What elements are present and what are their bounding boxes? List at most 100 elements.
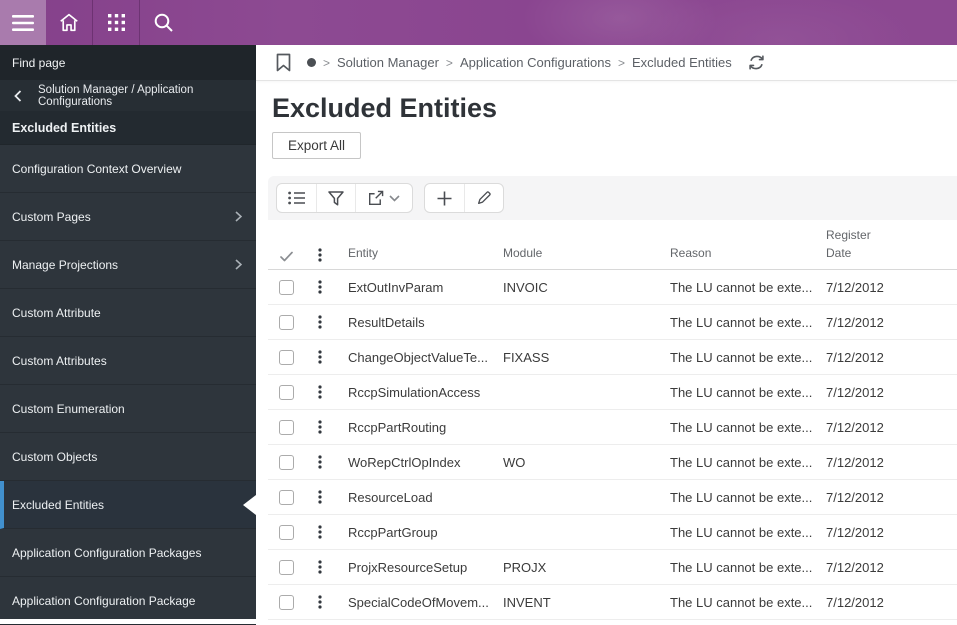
table-row[interactable]: ExtOutInvParam INVOIC The LU cannot be e… xyxy=(268,270,957,305)
sidebar-item-excluded-entities[interactable]: Excluded Entities xyxy=(0,481,256,529)
cell-entity[interactable]: ResourceLoad xyxy=(336,490,491,505)
sidebar-item-custom-attributes[interactable]: Custom Attributes xyxy=(0,337,256,385)
cell-entity[interactable]: ExtOutInvParam xyxy=(336,280,491,295)
table-row[interactable]: WoRepCtrlOpIndex WO The LU cannot be ext… xyxy=(268,445,957,480)
sidebar-item-application-configuration-packages[interactable]: Application Configuration Packages xyxy=(0,529,256,577)
row-kebab-icon[interactable] xyxy=(318,595,322,609)
sidebar-item-manage-projections[interactable]: Manage Projections xyxy=(0,241,256,289)
header-kebab-icon[interactable] xyxy=(318,248,322,262)
row-kebab-icon[interactable] xyxy=(318,490,322,504)
selected-item-caret xyxy=(243,495,256,515)
row-checkbox[interactable] xyxy=(278,489,294,505)
search-icon[interactable] xyxy=(140,0,186,45)
breadcrumb-item-excluded-entities[interactable]: Excluded Entities xyxy=(632,55,732,70)
sidebar-item-application-configuration-package[interactable]: Application Configuration Package xyxy=(0,577,256,625)
cell-entity[interactable]: ResultDetails xyxy=(336,315,491,330)
bookmark-icon[interactable] xyxy=(276,53,291,72)
breadcrumb-item-solution-manager[interactable]: Solution Manager xyxy=(337,55,439,70)
chevron-right-icon xyxy=(235,211,242,222)
sidebar-item-custom-objects[interactable]: Custom Objects xyxy=(0,433,256,481)
sidebar-item-custom-enumeration[interactable]: Custom Enumeration xyxy=(0,385,256,433)
cell-entity[interactable]: ChangeObjectValueTe... xyxy=(336,350,491,365)
row-checkbox[interactable] xyxy=(278,279,294,295)
cell-entity[interactable]: RccpSimulationAccess xyxy=(336,385,491,400)
app-grid-icon[interactable] xyxy=(93,0,139,45)
row-checkbox[interactable] xyxy=(278,314,294,330)
row-checkbox[interactable] xyxy=(278,559,294,575)
sidebar-item-label: Configuration Context Overview xyxy=(12,161,182,176)
breadcrumb-separator: > xyxy=(617,55,625,70)
row-checkbox[interactable] xyxy=(278,384,294,400)
row-kebab-icon[interactable] xyxy=(318,455,322,469)
table-row[interactable]: ChangeObjectValueTe... FIXASS The LU can… xyxy=(268,340,957,375)
row-kebab-icon[interactable] xyxy=(318,350,322,364)
find-page-input[interactable]: Find page xyxy=(0,45,256,80)
cell-entity[interactable]: WoRepCtrlOpIndex xyxy=(336,455,491,470)
cell-entity[interactable]: RccpPartGroup xyxy=(336,525,491,540)
page-title: Excluded Entities xyxy=(272,93,498,123)
row-kebab-icon[interactable] xyxy=(318,525,322,539)
list-view-icon[interactable] xyxy=(277,184,316,212)
cell-entity[interactable]: RccpPartRouting xyxy=(336,420,491,435)
table-row[interactable]: RccpPartGroup The LU cannot be exte... 7… xyxy=(268,515,957,550)
find-page-label: Find page xyxy=(12,55,66,70)
refresh-icon[interactable] xyxy=(748,55,765,70)
table-row[interactable]: ProjxResourceSetup PROJX The LU cannot b… xyxy=(268,550,957,585)
column-header-module[interactable]: Module xyxy=(491,245,658,262)
home-icon[interactable] xyxy=(46,0,92,45)
row-kebab-icon[interactable] xyxy=(318,420,322,434)
add-icon[interactable] xyxy=(425,184,464,212)
row-kebab-icon[interactable] xyxy=(318,315,322,329)
table-row[interactable]: SpecialCodeOfMovem... INVENT The LU cann… xyxy=(268,585,957,620)
cell-register-date: 7/12/2012 xyxy=(826,384,884,400)
breadcrumb: > Solution Manager > Application Configu… xyxy=(256,45,957,81)
sidebar-item-label: Application Configuration Packages xyxy=(12,545,202,560)
table-row[interactable]: RccpSimulationAccess The LU cannot be ex… xyxy=(268,375,957,410)
cell-register-date: 7/12/2012 xyxy=(826,559,884,575)
sidebar-back-button[interactable]: Solution Manager / Application Configura… xyxy=(0,80,256,111)
table-row[interactable]: RccpPartRouting The LU cannot be exte...… xyxy=(268,410,957,445)
column-header-register-date[interactable]: Register Date xyxy=(814,227,957,262)
hamburger-menu-icon[interactable] xyxy=(0,0,46,45)
sidebar-item-custom-pages[interactable]: Custom Pages xyxy=(0,193,256,241)
cell-register-date: 7/12/2012 xyxy=(826,314,884,330)
filter-icon[interactable] xyxy=(316,184,355,212)
row-checkbox[interactable] xyxy=(278,454,294,470)
row-checkbox[interactable] xyxy=(278,349,294,365)
column-header-reason[interactable]: Reason xyxy=(658,245,814,262)
sidebar-item-label: Excluded Entities xyxy=(12,497,105,512)
share-button[interactable] xyxy=(355,184,412,212)
cell-entity[interactable]: ProjxResourceSetup xyxy=(336,560,491,575)
column-header-entity[interactable]: Entity xyxy=(336,245,491,262)
sidebar-item-custom-attribute[interactable]: Custom Attribute xyxy=(0,289,256,337)
chevron-right-icon xyxy=(235,259,242,270)
cell-reason: The LU cannot be exte... xyxy=(670,524,813,540)
view-tools-group xyxy=(276,183,413,213)
chevron-down-icon xyxy=(389,194,400,202)
row-kebab-icon[interactable] xyxy=(318,385,322,399)
cell-register-date: 7/12/2012 xyxy=(826,349,884,365)
edit-icon[interactable] xyxy=(464,184,503,212)
sidebar-section-title: Excluded Entities xyxy=(0,111,256,145)
top-app-bar xyxy=(0,0,957,45)
row-checkbox[interactable] xyxy=(278,524,294,540)
row-kebab-icon[interactable] xyxy=(318,560,322,574)
cell-reason: The LU cannot be exte... xyxy=(670,384,813,400)
cell-register-date: 7/12/2012 xyxy=(826,419,884,435)
row-checkbox[interactable] xyxy=(278,419,294,435)
export-all-button[interactable]: Export All xyxy=(272,132,362,159)
cell-module: WO xyxy=(503,454,526,470)
breadcrumb-item-application-configurations[interactable]: Application Configurations xyxy=(460,55,611,70)
sidebar-item-label: Custom Attribute xyxy=(12,305,101,320)
cell-register-date: 7/12/2012 xyxy=(826,454,884,470)
cell-reason: The LU cannot be exte... xyxy=(670,489,813,505)
row-checkbox[interactable] xyxy=(278,594,294,610)
row-kebab-icon[interactable] xyxy=(318,280,322,294)
table-row[interactable]: ResourceLoad The LU cannot be exte... 7/… xyxy=(268,480,957,515)
cell-module: INVENT xyxy=(503,594,551,610)
cell-module: INVOIC xyxy=(503,279,548,295)
cell-entity[interactable]: SpecialCodeOfMovem... xyxy=(336,595,491,610)
select-all-check-icon[interactable] xyxy=(279,251,293,262)
table-row[interactable]: ResultDetails The LU cannot be exte... 7… xyxy=(268,305,957,340)
sidebar-item-configuration-context-overview[interactable]: Configuration Context Overview xyxy=(0,145,256,193)
